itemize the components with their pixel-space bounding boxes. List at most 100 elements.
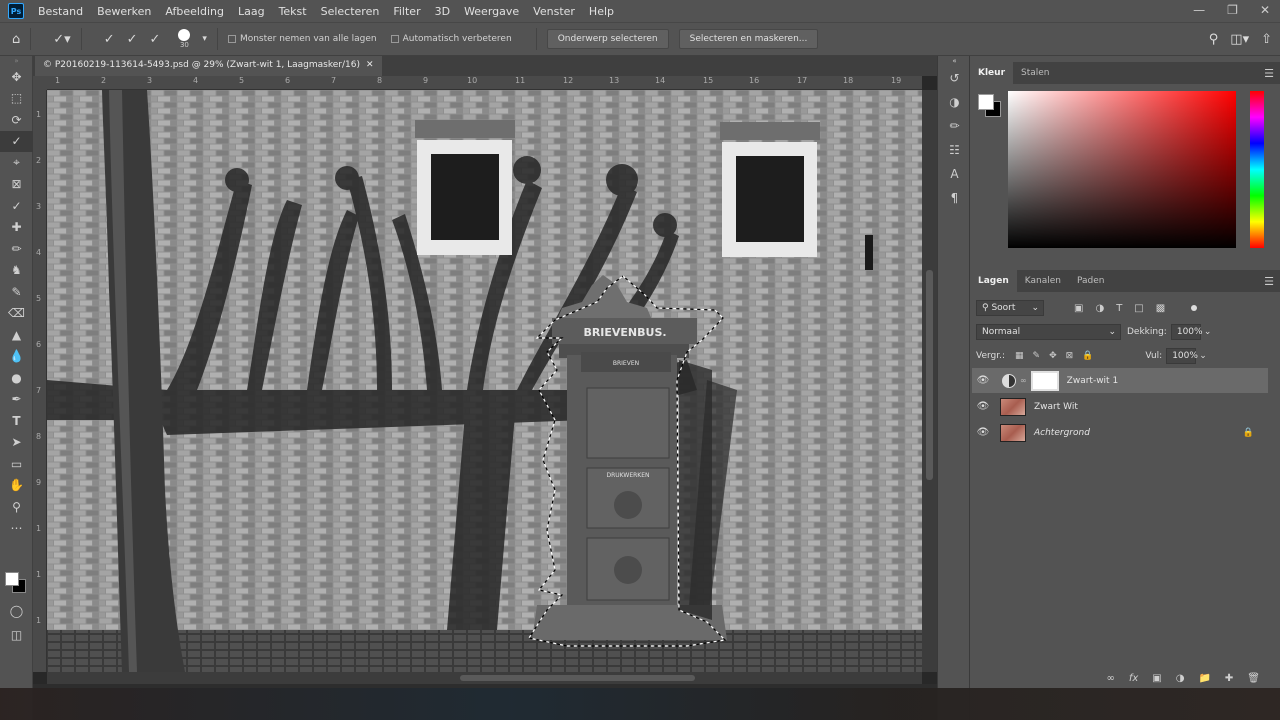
menu-3d[interactable]: 3D [435, 5, 450, 18]
blend-mode-select[interactable]: Normaal ⌄ [976, 324, 1121, 340]
lock-position-icon[interactable]: ✥ [1049, 351, 1057, 361]
brush-picker[interactable]: 30 [178, 29, 191, 49]
add-to-selection-icon[interactable]: ✓ [127, 32, 138, 47]
foreground-color-swatch[interactable] [5, 572, 19, 586]
paragraph-icon[interactable]: ¶ [938, 186, 971, 210]
lasso-tool-icon[interactable]: ⟳ [0, 109, 33, 131]
minimize-icon[interactable]: — [1193, 3, 1205, 17]
delete-layer-icon[interactable]: 🗑 [1247, 673, 1260, 684]
subtract-from-selection-icon[interactable]: ✓ [150, 32, 161, 47]
opacity-input[interactable]: 100% [1170, 324, 1203, 340]
layer-name[interactable]: Zwart-wit 1 [1067, 376, 1119, 386]
eye-icon[interactable]: 👁 [972, 427, 994, 438]
menu-bestand[interactable]: Bestand [38, 5, 83, 18]
link-layers-icon[interactable]: ∞ [1106, 673, 1114, 684]
layer-name[interactable]: Zwart Wit [1034, 402, 1078, 412]
crop-tool-icon[interactable]: ⌖ [0, 152, 33, 174]
layer-mask-thumbnail[interactable] [1030, 370, 1059, 391]
filter-toggle-icon[interactable] [1191, 305, 1198, 311]
move-tool-icon[interactable]: ✥ [0, 66, 33, 88]
color-picker-field[interactable] [1008, 91, 1236, 248]
menu-help[interactable]: Help [589, 5, 614, 18]
blur-tool-icon[interactable]: 💧 [0, 346, 33, 368]
filter-smart-object-icon[interactable]: ▩ [1156, 303, 1165, 314]
close-document-icon[interactable]: ✕ [366, 60, 374, 72]
more-tools-icon[interactable]: ⋯ [0, 518, 33, 540]
sample-all-layers-checkbox[interactable]: Monster nemen van alle lagen [227, 34, 377, 44]
close-icon[interactable]: ✕ [1260, 3, 1270, 17]
lock-artboard-icon[interactable]: ⊠ [1066, 351, 1074, 361]
filter-type-icon[interactable]: T [1116, 303, 1122, 314]
type-tool-icon[interactable]: T [0, 410, 33, 432]
adjustments-icon[interactable]: ◑ [938, 90, 971, 114]
history-brush-tool-icon[interactable]: ✎ [0, 281, 33, 303]
menu-venster[interactable]: Venster [533, 5, 575, 18]
tab-kleur[interactable]: Kleur [970, 62, 1014, 84]
rectangle-tool-icon[interactable]: ▭ [0, 453, 33, 475]
horizontal-scroll-thumb[interactable] [460, 675, 695, 681]
menu-tekst[interactable]: Tekst [279, 5, 307, 18]
layer-row-zwart-wit-1[interactable]: 👁 ∞ Zwart-wit 1 [972, 368, 1268, 393]
filter-pixel-icon[interactable]: ▣ [1074, 303, 1083, 314]
vertical-ruler[interactable]: 1 2 3 4 5 6 7 8 9 1 1 1 [33, 90, 47, 672]
foreground-color-swatch[interactable] [978, 94, 994, 110]
select-subject-button[interactable]: Onderwerp selecteren [546, 29, 669, 49]
fx-icon[interactable]: fx [1129, 673, 1138, 684]
new-adjustment-icon[interactable]: ◑ [1176, 673, 1185, 684]
zoom-tool-icon[interactable]: ⚲ [0, 496, 33, 518]
menu-afbeelding[interactable]: Afbeelding [165, 5, 224, 18]
layer-name[interactable]: Achtergrond [1034, 428, 1090, 438]
vertical-scroll-thumb[interactable] [926, 270, 933, 480]
tab-lagen[interactable]: Lagen [970, 270, 1017, 292]
dodge-tool-icon[interactable]: ● [0, 367, 33, 389]
paint-bucket-tool-icon[interactable]: ▲ [0, 324, 33, 346]
home-icon[interactable]: ⌂ [12, 32, 20, 47]
layer-filter-select[interactable]: ⚲ Soort ⌄ [976, 300, 1044, 316]
menu-filter[interactable]: Filter [393, 5, 420, 18]
properties-icon[interactable]: ☷ [938, 138, 971, 162]
restore-icon[interactable]: ❐ [1227, 3, 1238, 17]
search-icon[interactable]: ⚲ [1209, 32, 1219, 47]
filter-adjustment-icon[interactable]: ◑ [1095, 303, 1104, 314]
quick-mask-icon[interactable]: ◯ [0, 600, 33, 622]
healing-brush-tool-icon[interactable]: ✚ [0, 217, 33, 239]
auto-enhance-checkbox[interactable]: Automatisch verbeteren [390, 34, 512, 44]
new-selection-icon[interactable]: ✓ [104, 32, 115, 47]
layer-row-achtergrond[interactable]: 👁 Achtergrond 🔒 [972, 420, 1268, 445]
collapse-icon[interactable]: » [0, 56, 33, 66]
eye-icon[interactable]: 👁 [972, 401, 994, 412]
quick-selection-tool-preset-icon[interactable]: ✓▾ [53, 32, 70, 47]
document-image[interactable]: BRIEVENBUS. BRIEVEN DRUKWERKEN [47, 90, 922, 672]
frame-tool-icon[interactable]: ⊠ [0, 174, 33, 196]
character-icon[interactable]: A [938, 162, 971, 186]
lock-transparency-icon[interactable]: ▦ [1015, 351, 1024, 361]
screen-mode-icon[interactable]: ◫ [0, 624, 33, 646]
eyedropper-tool-icon[interactable]: ✓ [0, 195, 33, 217]
menu-laag[interactable]: Laag [238, 5, 265, 18]
new-layer-icon[interactable]: ✚ [1225, 673, 1233, 684]
panel-menu-icon[interactable]: ☰ [1264, 275, 1274, 288]
tab-stalen[interactable]: Stalen [1013, 62, 1058, 84]
hand-tool-icon[interactable]: ✋ [0, 475, 33, 497]
pen-tool-icon[interactable]: ✒ [0, 389, 33, 411]
workspace-icon[interactable]: ◫▾ [1230, 32, 1249, 47]
menu-weergave[interactable]: Weergave [464, 5, 519, 18]
layer-row-zwart-wit[interactable]: 👁 Zwart Wit [972, 394, 1268, 419]
tab-kanalen[interactable]: Kanalen [1017, 270, 1069, 292]
select-and-mask-button[interactable]: Selecteren en maskeren... [678, 29, 819, 49]
fill-input[interactable]: 100% [1166, 348, 1198, 364]
quick-selection-tool-icon[interactable]: ✓ [0, 130, 33, 152]
clone-stamp-tool-icon[interactable]: ♞ [0, 260, 33, 282]
chevron-down-icon[interactable]: ▾ [202, 34, 207, 44]
menu-bewerken[interactable]: Bewerken [97, 5, 151, 18]
history-icon[interactable]: ↺ [938, 66, 971, 90]
chevron-down-icon[interactable]: ⌄ [1204, 327, 1212, 337]
hue-slider[interactable] [1250, 91, 1264, 248]
lock-pixels-icon[interactable]: ✎ [1033, 351, 1041, 361]
add-mask-icon[interactable]: ▣ [1152, 673, 1161, 684]
path-selection-tool-icon[interactable]: ➤ [0, 432, 33, 454]
marquee-tool-icon[interactable]: ⬚ [0, 88, 33, 110]
panel-menu-icon[interactable]: ☰ [1264, 67, 1274, 80]
share-icon[interactable]: ⇧ [1261, 32, 1272, 47]
collapse-icon[interactable]: « [938, 56, 971, 66]
